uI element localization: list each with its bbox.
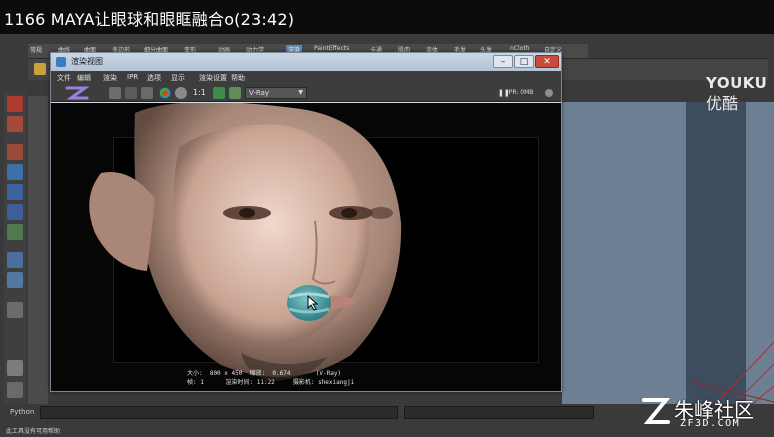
perspective-viewport[interactable] bbox=[562, 102, 774, 408]
ipr-indicator bbox=[545, 89, 553, 97]
render-menu-item[interactable]: 渲染设置 bbox=[199, 73, 227, 83]
layout-icon[interactable] bbox=[7, 360, 23, 376]
tool-box bbox=[4, 92, 26, 428]
zf3d-watermark: 朱峰社区 ZF3D.COM bbox=[640, 392, 772, 434]
python-label: Python bbox=[10, 408, 35, 416]
youku-logo-cn: 优酷 bbox=[706, 94, 739, 113]
layout-icon[interactable] bbox=[7, 272, 23, 288]
dropdown-arrow-icon: ▼ bbox=[298, 89, 303, 96]
viewport-grid bbox=[691, 341, 774, 408]
layout-icon[interactable] bbox=[7, 382, 23, 398]
move-tool-icon[interactable] bbox=[7, 164, 23, 180]
minimize-button[interactable]: – bbox=[493, 55, 513, 68]
render-frame-icon[interactable] bbox=[109, 87, 121, 99]
manipulator-tool-icon[interactable] bbox=[7, 224, 23, 240]
z-logo-icon bbox=[65, 85, 90, 101]
command-input[interactable] bbox=[40, 406, 398, 419]
renderer-value: V-Ray bbox=[249, 89, 270, 97]
render-menu-item[interactable]: 选项 bbox=[147, 73, 161, 83]
ratio-label[interactable]: 1:1 bbox=[193, 88, 206, 97]
render-view-title: 渲染视图 bbox=[71, 57, 103, 66]
keep-image-icon[interactable] bbox=[213, 87, 225, 99]
render-info-line-2: 帧: 1 渲染时间: 11:22 摄影机: shexiangji bbox=[187, 379, 355, 386]
render-menu-item[interactable]: 文件 bbox=[57, 73, 71, 83]
video-title: 1166 MAYA让眼球和眼眶融合o(23:42) bbox=[4, 10, 295, 29]
render-menu-item[interactable]: 帮助 bbox=[231, 73, 245, 83]
render-menu-item[interactable]: 显示 bbox=[171, 73, 185, 83]
shelf-tab[interactable]: PaintEffects bbox=[314, 45, 349, 52]
render-info-overlay: 大小: 800 x 450 缩放: 0.674 (V-Ray) 帧: 1 渲染时… bbox=[187, 369, 354, 387]
render-view-titlebar[interactable]: 渲染视图 – □ ✕ bbox=[51, 53, 561, 71]
layout-icon[interactable] bbox=[7, 302, 23, 318]
render-view-toolbar: 1:1 V-Ray ▼ ❚❚ IPR: 0MB bbox=[51, 84, 561, 102]
renderer-dropdown[interactable]: V-Ray ▼ bbox=[245, 87, 307, 99]
rotate-tool-icon[interactable] bbox=[7, 184, 23, 200]
ipr-render-icon[interactable] bbox=[141, 87, 153, 99]
zf3d-logo-icon bbox=[642, 398, 670, 424]
shelf-icon[interactable] bbox=[34, 63, 46, 75]
video-title-bar: 1166 MAYA让眼球和眼眶融合o(23:42) bbox=[0, 0, 774, 34]
watermark-url: ZF3D.COM bbox=[680, 418, 741, 429]
render-view-window: 渲染视图 – □ ✕ 文件 编辑 渲染 IPR 选项 显示 渲染设置 帮助 1:1 V-Ray… bbox=[50, 52, 562, 392]
redo-render-icon[interactable] bbox=[125, 87, 137, 99]
select-tool-icon[interactable] bbox=[7, 96, 23, 112]
help-line: 此工具没有可用帮助 bbox=[6, 428, 61, 435]
render-menu-item[interactable]: 渲染 bbox=[103, 73, 117, 83]
color-channels-icon[interactable] bbox=[159, 87, 171, 99]
render-menu-item[interactable]: 编辑 bbox=[77, 73, 91, 83]
paint-tool-icon[interactable] bbox=[7, 144, 23, 160]
render-info-line-1: 大小: 800 x 450 缩放: 0.674 (V-Ray) bbox=[187, 370, 342, 377]
maximize-button[interactable]: □ bbox=[514, 55, 534, 68]
maya-app-icon bbox=[56, 57, 66, 67]
render-canvas[interactable]: 大小: 800 x 450 缩放: 0.674 (V-Ray) 帧: 1 渲染时… bbox=[51, 103, 561, 391]
close-button[interactable]: ✕ bbox=[535, 55, 559, 68]
cursor-arrow-icon bbox=[307, 295, 319, 311]
ipr-status: IPR: 0MB bbox=[507, 89, 534, 96]
scale-tool-icon[interactable] bbox=[7, 204, 23, 220]
command-result-field bbox=[404, 406, 594, 419]
youku-logo: YOUKU 优酷 bbox=[706, 74, 770, 114]
render-view-menubar: 文件 编辑 渲染 IPR 选项 显示 渲染设置 帮助 bbox=[51, 71, 561, 84]
channel-strip bbox=[28, 96, 48, 406]
shelf-tab[interactable]: nCloth bbox=[510, 45, 530, 52]
layout-icon[interactable] bbox=[7, 252, 23, 268]
lasso-tool-icon[interactable] bbox=[7, 116, 23, 132]
render-menu-item[interactable]: IPR bbox=[127, 73, 138, 81]
rendered-head-image bbox=[89, 103, 402, 381]
shelf-tab[interactable]: 常规 bbox=[30, 45, 42, 54]
alpha-channel-icon[interactable] bbox=[175, 87, 187, 99]
snapshot-icon[interactable] bbox=[229, 87, 241, 99]
